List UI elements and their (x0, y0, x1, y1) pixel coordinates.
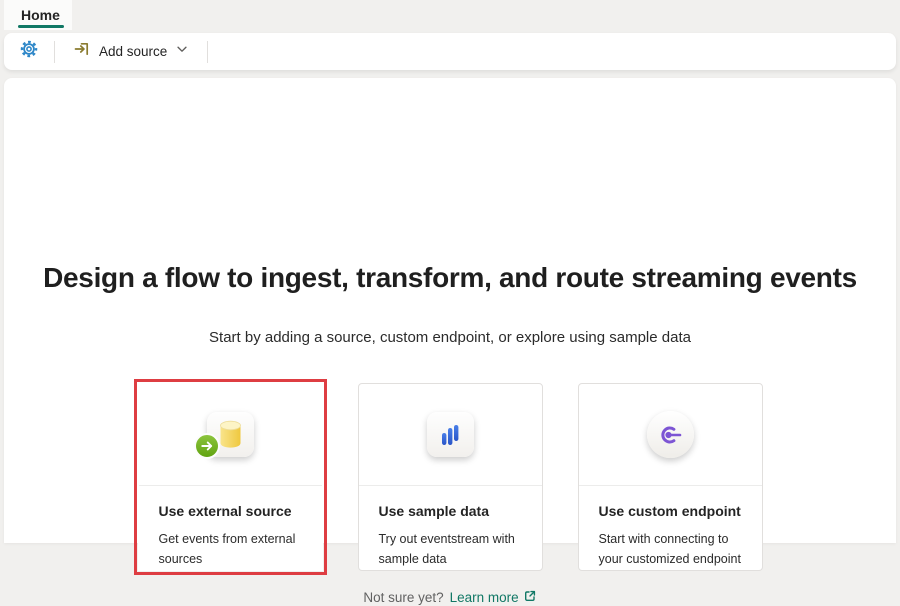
toolbar-divider (207, 40, 209, 63)
card-title: Use custom endpoint (598, 503, 741, 519)
endpoint-connector-icon (646, 411, 694, 458)
ribbon-toolbar: Add source (4, 33, 896, 70)
learn-more-label: Learn more (449, 590, 519, 605)
eventstream-canvas: Home Add source Design a flow to ingest,… (0, 0, 900, 605)
card-description: Try out eventstream with sample data (378, 532, 515, 566)
toolbar-divider (54, 40, 55, 63)
settings-button[interactable] (12, 38, 46, 66)
active-tab-indicator (18, 25, 64, 28)
footer-prompt: Not sure yet? (363, 590, 444, 605)
green-arrow-badge (193, 433, 220, 459)
gear-icon (19, 39, 39, 64)
page-subtitle: Start by adding a source, custom endpoin… (209, 329, 691, 346)
bar-chart-icon (426, 412, 474, 457)
card-body: Use custom endpoint Start with connectin… (579, 486, 762, 570)
tab-bar: Home (0, 0, 900, 31)
add-source-button[interactable]: Add source (63, 38, 199, 66)
canvas-surface: Design a flow to ingest, transform, and … (4, 78, 896, 605)
tab-home-label: Home (21, 7, 60, 23)
page-title: Design a flow to ingest, transform, and … (43, 262, 857, 293)
database-with-arrow-icon (193, 412, 254, 459)
card-body: Use external source Get events from exte… (139, 486, 322, 570)
chevron-down-icon (175, 42, 189, 61)
card-description: Get events from external sources (158, 532, 296, 566)
card-description: Start with connecting to your customized… (598, 532, 741, 566)
card-title: Use external source (158, 503, 292, 519)
import-arrow-icon (73, 40, 91, 63)
card-title: Use sample data (378, 503, 490, 519)
card-icon-area (358, 384, 542, 486)
card-icon-area (138, 384, 322, 486)
add-source-label: Add source (99, 44, 168, 59)
learn-more-link[interactable]: Learn more (450, 589, 537, 606)
card-icon-area (578, 384, 762, 486)
card-body: Use sample data Try out eventstream with… (359, 486, 542, 570)
external-link-icon (523, 589, 537, 606)
footer-help: Not sure yet? Learn more (4, 589, 896, 606)
